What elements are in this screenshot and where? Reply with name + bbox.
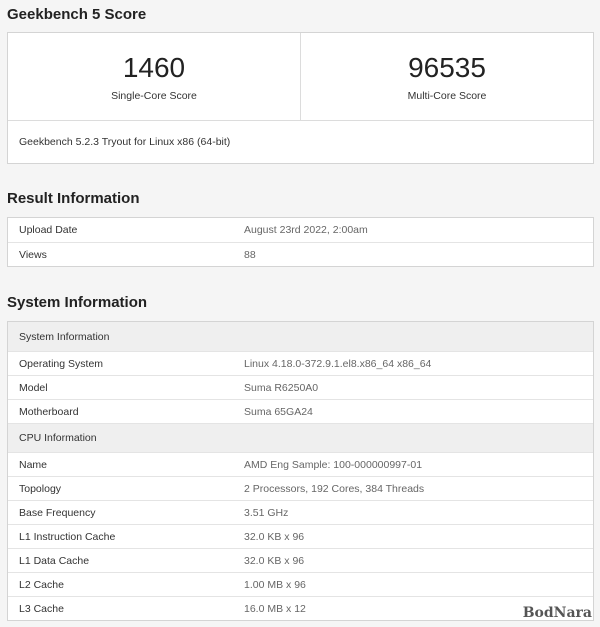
row-value: Linux 4.18.0-372.9.1.el8.x86_64 x86_64: [244, 357, 432, 370]
row-key: Views: [19, 248, 47, 261]
row-value: 88: [244, 248, 256, 261]
score-row: 1460 Single-Core Score 96535 Multi-Core …: [8, 33, 593, 121]
watermark-logo: BodNara: [522, 605, 592, 621]
geekbench-version: Geekbench 5.2.3 Tryout for Linux x86 (64…: [19, 136, 231, 148]
multi-core-value: 96535: [408, 52, 486, 83]
multi-core-label: Multi-Core Score: [407, 90, 487, 102]
table-row: Upload Date August 23rd 2022, 2:00am: [8, 218, 593, 242]
system-info-table: System Information Operating System Linu…: [7, 321, 594, 621]
row-value: Suma 65GA24: [244, 405, 313, 418]
row-key: Name: [19, 458, 48, 471]
single-core-score: 1460 Single-Core Score: [8, 33, 300, 120]
row-key: Upload Date: [19, 224, 78, 236]
single-core-value: 1460: [122, 52, 186, 83]
table-row: Base Frequency 3.51 GHz: [8, 500, 593, 524]
row-value: 16.0 MB x 12: [244, 602, 306, 615]
table-row: Topology 2 Processors, 192 Cores, 384 Th…: [8, 476, 593, 500]
score-card: 1460 Single-Core Score 96535 Multi-Core …: [7, 32, 594, 164]
row-key: L1 Instruction Cache: [19, 530, 116, 543]
row-value: 32.0 KB x 96: [244, 554, 305, 567]
group-header-cpu: CPU Information: [8, 423, 593, 452]
table-row: Motherboard Suma 65GA24: [8, 399, 593, 423]
row-value: 32.0 KB x 96: [244, 530, 305, 543]
system-section-title: System Information: [7, 294, 148, 311]
multi-core-score: 96535 Multi-Core Score: [300, 33, 593, 120]
row-key: Motherboard: [19, 405, 79, 418]
table-row: L3 Cache 16.0 MB x 12: [8, 596, 593, 620]
table-row: Views 88: [8, 242, 593, 266]
table-row: L1 Instruction Cache 32.0 KB x 96: [8, 524, 593, 548]
row-value: 3.51 GHz: [244, 506, 289, 519]
row-key: Topology: [19, 482, 62, 495]
table-row: Name AMD Eng Sample: 100-000000997-01: [8, 452, 593, 476]
group-header-label: System Information: [19, 330, 110, 343]
score-section-title: Geekbench 5 Score: [7, 6, 147, 23]
row-value: Suma R6250A0: [244, 381, 319, 394]
group-header-label: CPU Information: [19, 432, 97, 444]
table-row: L2 Cache 1.00 MB x 96: [8, 572, 593, 596]
row-key: L1 Data Cache: [19, 554, 90, 567]
table-row: L1 Data Cache 32.0 KB x 96: [8, 548, 593, 572]
row-key: Operating System: [19, 357, 104, 370]
row-value: 1.00 MB x 96: [244, 578, 306, 591]
row-key: Model: [19, 381, 48, 394]
single-core-label: Single-Core Score: [111, 90, 197, 102]
table-row: Model Suma R6250A0: [8, 375, 593, 399]
row-key: L3 Cache: [19, 602, 64, 615]
row-key: L2 Cache: [19, 578, 64, 591]
table-row: Operating System Linux 4.18.0-372.9.1.el…: [8, 351, 593, 375]
row-value: August 23rd 2022, 2:00am: [244, 224, 368, 236]
row-key: Base Frequency: [19, 506, 96, 519]
row-value: AMD Eng Sample: 100-000000997-01: [244, 458, 423, 471]
row-value: 2 Processors, 192 Cores, 384 Threads: [244, 482, 425, 495]
result-info-table: Upload Date August 23rd 2022, 2:00am Vie…: [7, 217, 594, 267]
group-header-system: System Information: [8, 322, 593, 351]
result-section-title: Result Information: [7, 190, 140, 207]
